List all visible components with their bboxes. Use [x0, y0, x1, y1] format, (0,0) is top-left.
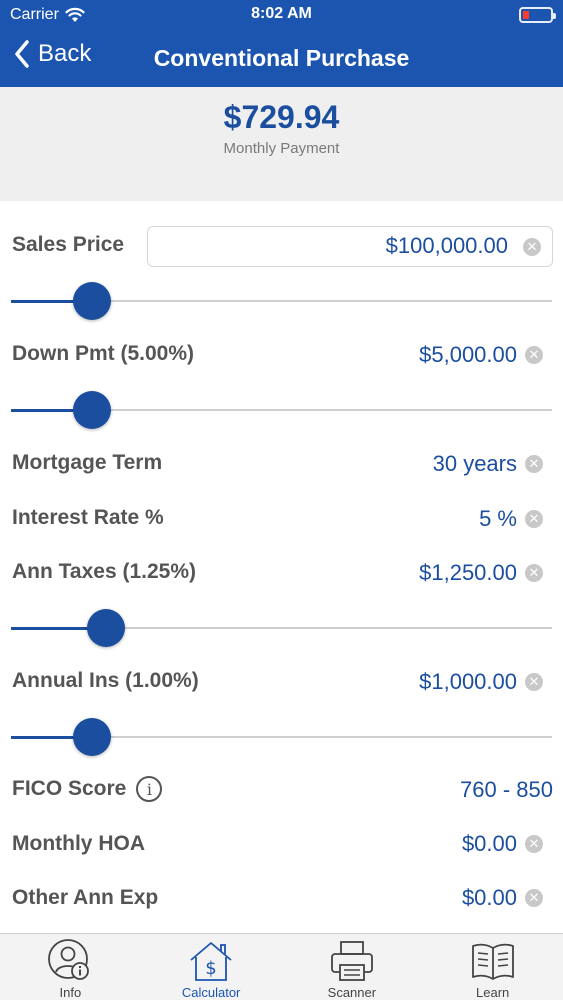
other-ann-exp-label: Other Ann Exp — [12, 886, 159, 909]
tab-scanner-label: Scanner — [327, 985, 377, 1000]
monthly-hoa-clear-icon[interactable]: ✕ — [525, 835, 543, 853]
fico-score-label: FICO Score — [12, 777, 127, 800]
down-pmt-label: Down Pmt (5.00%) — [12, 342, 195, 365]
sales-price-label: Sales Price — [12, 233, 125, 256]
mortgage-term-label: Mortgage Term — [12, 451, 163, 474]
interest-rate-value[interactable]: 5 % — [479, 506, 517, 532]
interest-rate-clear-icon[interactable]: ✕ — [525, 510, 543, 528]
printer-icon — [330, 941, 373, 981]
sales-price-input[interactable]: $100,000.00 ✕ — [147, 226, 553, 267]
carrier-label: Carrier — [10, 6, 59, 23]
wifi-icon — [65, 7, 85, 22]
other-ann-exp-clear-icon[interactable]: ✕ — [525, 889, 543, 907]
sales-price-slider[interactable] — [11, 281, 552, 321]
tab-calculator[interactable]: $ Calculator — [141, 934, 282, 1000]
nav-bar: Back Conventional Purchase — [0, 30, 563, 87]
annual-ins-label: Annual Ins (1.00%) — [12, 669, 199, 692]
annual-ins-clear-icon[interactable]: ✕ — [525, 673, 543, 691]
ann-taxes-slider[interactable] — [11, 608, 552, 648]
tab-calculator-label: Calculator — [181, 985, 241, 1000]
annual-ins-slider[interactable] — [11, 717, 552, 757]
down-pmt-value[interactable]: $5,000.00 — [419, 342, 517, 368]
ann-taxes-value[interactable]: $1,250.00 — [419, 560, 517, 586]
house-dollar-icon: $ — [190, 942, 232, 981]
ann-taxes-label: Ann Taxes (1.25%) — [12, 560, 197, 583]
tab-learn[interactable]: Learn — [422, 934, 563, 1000]
tab-info-label: Info — [59, 985, 82, 1000]
payment-summary: $729.94 Monthly Payment — [0, 87, 563, 201]
fico-score-value[interactable]: 760 - 850 — [460, 777, 553, 803]
slider-thumb[interactable] — [73, 282, 112, 320]
book-icon — [471, 943, 514, 980]
svg-text:$: $ — [205, 958, 216, 979]
sales-price-value[interactable]: $100,000.00 — [386, 233, 508, 259]
down-pmt-slider[interactable] — [11, 390, 552, 430]
header: Carrier 8:02 AM Back Conventional Purcha… — [0, 0, 563, 87]
interest-rate-label: Interest Rate % — [12, 506, 164, 529]
other-ann-exp-value[interactable]: $0.00 — [462, 885, 517, 911]
user-info-icon — [48, 939, 90, 980]
slider-thumb[interactable] — [73, 391, 112, 429]
battery-icon — [519, 7, 556, 23]
monthly-hoa-label: Monthly HOA — [12, 832, 145, 855]
back-label: Back — [38, 40, 92, 67]
slider-thumb[interactable] — [73, 718, 112, 756]
tab-learn-label: Learn — [476, 985, 510, 1000]
chevron-left-icon — [15, 40, 29, 68]
monthly-payment-amount: $729.94 — [223, 99, 340, 135]
status-bar: Carrier 8:02 AM — [0, 0, 563, 30]
fico-score-row-label: FICO Score i — [12, 776, 163, 802]
info-icon[interactable]: i — [136, 776, 163, 802]
back-button[interactable]: Back — [14, 40, 91, 68]
monthly-hoa-value[interactable]: $0.00 — [462, 831, 517, 857]
monthly-payment-label: Monthly Payment — [223, 140, 340, 157]
tab-scanner[interactable]: Scanner — [282, 934, 423, 1000]
down-pmt-clear-icon[interactable]: ✕ — [525, 346, 543, 364]
mortgage-term-value[interactable]: 30 years — [433, 451, 517, 477]
tab-bar: Info $ Calculator Scanner Learn — [0, 933, 563, 1000]
slider-thumb[interactable] — [86, 609, 125, 647]
mortgage-term-clear-icon[interactable]: ✕ — [525, 455, 543, 473]
tab-info[interactable]: Info — [0, 934, 141, 1000]
ann-taxes-clear-icon[interactable]: ✕ — [525, 564, 543, 582]
annual-ins-value[interactable]: $1,000.00 — [419, 669, 517, 695]
sales-price-clear-icon[interactable]: ✕ — [523, 238, 541, 256]
